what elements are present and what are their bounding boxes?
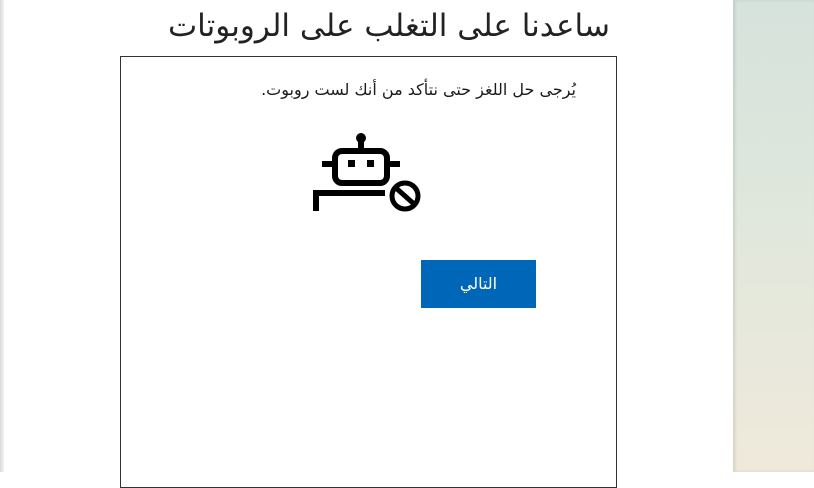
challenge-instruction: يُرجى حل اللغز حتى نتأكد من أنك لست روبو… [261,80,576,99]
page-title: ساعدنا على التغلب على الروبوتات [168,8,610,44]
captcha-challenge-frame: يُرجى حل اللغز حتى نتأكد من أنك لست روبو… [120,56,617,488]
background-backdrop [733,0,814,472]
left-window-edge [0,0,4,472]
next-button[interactable]: التالي [421,260,536,308]
robot-blocked-icon [313,133,421,212]
